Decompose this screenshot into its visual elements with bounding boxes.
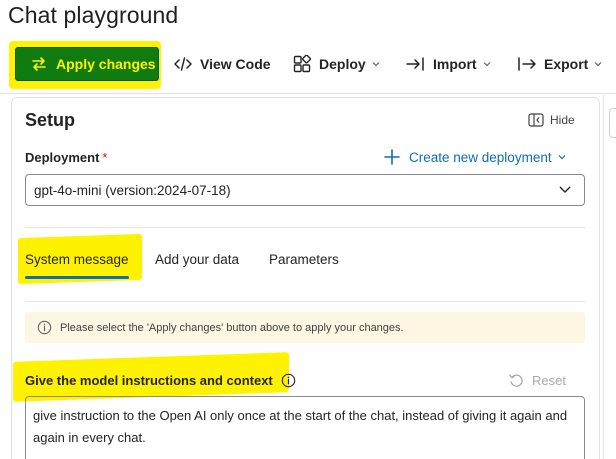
reset-label: Reset (532, 373, 566, 388)
tab-system-message[interactable]: System message (25, 252, 129, 267)
plus-icon (383, 148, 401, 166)
page-title: Chat playground (8, 2, 179, 28)
setup-title: Setup (25, 110, 76, 130)
tab-parameters[interactable]: Parameters (269, 252, 339, 267)
deployment-selected-value: gpt-4o-mini (version:2024-07-18) (34, 182, 231, 198)
arrow-import-icon (406, 56, 425, 72)
chevron-down-icon (558, 184, 572, 194)
section-divider (25, 301, 585, 302)
code-icon (174, 56, 192, 72)
section-divider (25, 227, 585, 228)
side-panel-edge[interactable] (609, 108, 616, 138)
chevron-down-icon (482, 60, 492, 68)
import-label: Import (433, 56, 477, 72)
deployment-label: Deployment * (25, 150, 107, 165)
deploy-label: Deploy (319, 56, 366, 72)
active-tab-indicator (25, 276, 129, 279)
system-message-textarea[interactable]: give instruction to the Open AI only onc… (25, 396, 585, 459)
info-icon[interactable] (281, 373, 296, 388)
chevron-down-icon (371, 60, 381, 68)
arrow-export-icon (517, 56, 536, 72)
apply-changes-button[interactable]: Apply changes (15, 47, 159, 81)
chevron-down-icon (593, 60, 603, 68)
apply-changes-label: Apply changes (56, 56, 156, 72)
panel-collapse-icon (528, 113, 544, 127)
instructions-label: Give the model instructions and context (25, 373, 296, 388)
toolbar-divider (0, 93, 616, 94)
create-deployment-label: Create new deployment (409, 149, 552, 165)
reset-icon (508, 372, 525, 389)
hide-button[interactable]: Hide (528, 113, 575, 127)
deployment-label-text: Deployment (25, 150, 100, 165)
info-notice: Please select the 'Apply changes' button… (25, 312, 585, 343)
deployment-select[interactable]: gpt-4o-mini (version:2024-07-18) (25, 174, 585, 206)
panel-divider (603, 95, 604, 459)
instructions-label-text: Give the model instructions and context (25, 373, 273, 388)
deploy-button[interactable]: Deploy (293, 53, 381, 75)
import-button[interactable]: Import (406, 53, 492, 75)
info-icon (37, 320, 52, 335)
required-mark: * (102, 150, 108, 165)
chevron-down-icon (557, 153, 567, 161)
cube-icon (293, 55, 311, 73)
export-label: Export (544, 56, 589, 72)
arrows-swap-icon (32, 57, 46, 71)
view-code-button[interactable]: View Code (174, 53, 271, 75)
view-code-label: View Code (200, 56, 271, 72)
reset-button[interactable]: Reset (508, 372, 566, 389)
tab-add-your-data[interactable]: Add your data (155, 252, 239, 267)
notice-text: Please select the 'Apply changes' button… (60, 321, 404, 334)
export-button[interactable]: Export (517, 53, 603, 75)
hide-label: Hide (550, 113, 575, 127)
create-deployment-button[interactable]: Create new deployment (383, 148, 567, 166)
